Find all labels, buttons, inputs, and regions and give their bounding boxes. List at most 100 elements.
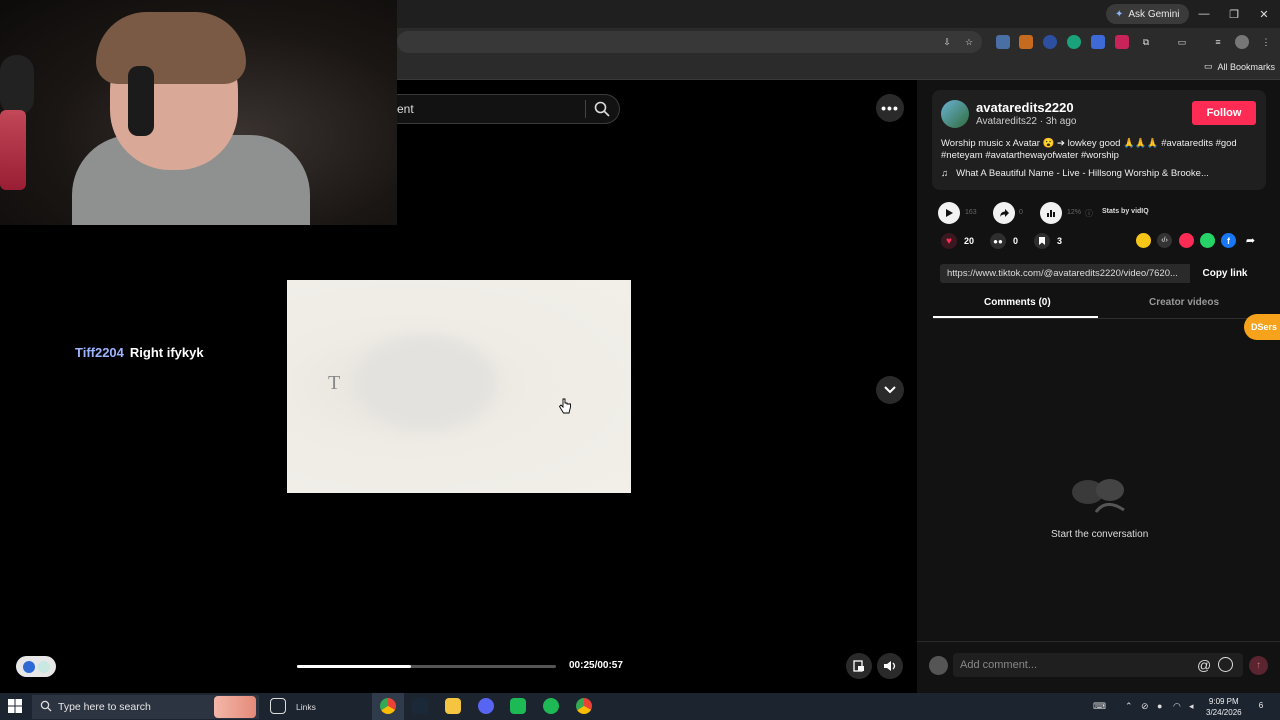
follow-button[interactable]: Follow <box>1192 101 1256 125</box>
address-bar[interactable] <box>397 31 982 53</box>
extension-icon[interactable] <box>1091 35 1105 49</box>
tab-comments[interactable]: Comments (0) <box>984 297 1051 308</box>
chevron-down-icon <box>884 386 896 394</box>
file-explorer-icon[interactable] <box>445 698 461 714</box>
spotify-icon[interactable] <box>543 698 559 714</box>
music-link[interactable]: ♫ What A Beautiful Name - Live - Hillson… <box>941 168 1209 179</box>
friends-share-icon[interactable] <box>1136 233 1151 248</box>
minimize-icon[interactable]: — <box>1194 5 1214 23</box>
close-icon[interactable]: ✕ <box>1254 5 1274 23</box>
taskbar-clock[interactable]: 9:09 PM 3/24/2026 <box>1206 696 1242 718</box>
restore-icon[interactable]: ❐ <box>1224 5 1244 23</box>
windows-start-icon[interactable] <box>8 699 22 713</box>
links-toolbar[interactable]: Links <box>296 702 316 712</box>
like-button[interactable]: ♥ <box>941 233 957 249</box>
send-button[interactable]: ↑ <box>1249 656 1268 675</box>
bookmark-star-icon[interactable]: ☆ <box>962 35 976 49</box>
folder-icon: ▭ <box>1204 61 1213 71</box>
ask-gemini-label: Ask Gemini <box>1128 8 1180 20</box>
comment-button[interactable]: ●● <box>990 233 1006 249</box>
pip-icon <box>853 660 864 672</box>
install-icon[interactable]: ⇩ <box>940 35 954 49</box>
stats-by-label: Stats by vidIQ <box>1102 208 1149 215</box>
empty-comments-icon <box>1072 479 1125 513</box>
extension-icon[interactable] <box>1115 35 1129 49</box>
menu-icon[interactable]: ⋮ <box>1259 35 1273 49</box>
play-stat-button[interactable] <box>938 202 960 224</box>
progress-fill <box>297 665 411 668</box>
tab-creator-videos[interactable]: Creator videos <box>1149 297 1219 308</box>
mic-icon[interactable]: ● <box>1157 701 1162 711</box>
chat-username: Tiff2204 <box>75 345 124 360</box>
whatsapp-icon[interactable] <box>1200 233 1215 248</box>
chevron-up-icon[interactable]: ⌃ <box>1125 701 1133 712</box>
time-display: 00:25/00:57 <box>569 660 623 671</box>
streamer-hair <box>96 12 246 84</box>
extension-icon[interactable] <box>996 35 1010 49</box>
share-stat-button[interactable] <box>993 202 1015 224</box>
arrow-up-icon: ↑ <box>1256 660 1261 671</box>
embed-icon[interactable]: ‹/› <box>1157 233 1172 248</box>
share-count: 0 <box>1019 209 1023 216</box>
more-options-button[interactable]: ••• <box>876 94 904 122</box>
save-count: 3 <box>1057 236 1063 246</box>
extension-icon[interactable] <box>1043 35 1057 49</box>
split-view-icon[interactable]: ▭ <box>1175 35 1189 49</box>
puzzle-icon[interactable]: ⧉ <box>1139 35 1153 49</box>
profile-avatar[interactable] <box>1235 35 1249 49</box>
speaker-icon[interactable]: ◂ <box>1189 701 1194 712</box>
engagement-rate: 12% <box>1067 209 1082 216</box>
play-count: 163 <box>965 209 977 216</box>
volume-button[interactable] <box>877 653 903 679</box>
author-subtitle: Avataredits22 · 3h ago <box>976 116 1077 127</box>
search-divider <box>585 100 586 118</box>
save-button[interactable] <box>1034 233 1050 249</box>
overlay-widget[interactable] <box>16 656 56 677</box>
search-icon[interactable] <box>593 100 611 118</box>
discord-icon[interactable] <box>478 698 494 714</box>
comment-bar-divider <box>917 641 1280 642</box>
copy-link-button[interactable]: Copy link <box>1192 264 1258 283</box>
extension-icon[interactable] <box>1067 35 1081 49</box>
keyboard-icon[interactable]: ⌨ <box>1093 701 1106 712</box>
post-link-field[interactable]: https://www.tiktok.com/@avataredits2220/… <box>940 264 1190 283</box>
dsers-widget[interactable]: DSers <box>1244 314 1280 340</box>
comment-count: 0 <box>1013 236 1019 246</box>
active-tab-indicator <box>933 316 1098 318</box>
microphone-light <box>0 110 26 190</box>
steam-icon[interactable] <box>412 698 428 714</box>
next-video-button[interactable] <box>876 376 904 404</box>
mention-icon[interactable]: @ <box>1197 657 1211 673</box>
media-icon[interactable]: ≡ <box>1211 35 1225 49</box>
clock-date: 3/24/2026 <box>1206 708 1242 717</box>
widget-icon <box>22 660 35 673</box>
more-share-icon[interactable]: ➦ <box>1243 233 1258 248</box>
empty-state-text: Start the conversation <box>1051 529 1149 540</box>
emoji-icon[interactable] <box>1218 657 1233 672</box>
repost-icon[interactable] <box>1179 233 1194 248</box>
task-view-icon[interactable] <box>270 698 286 714</box>
pip-button[interactable] <box>846 653 872 679</box>
ask-gemini-button[interactable]: ✦ Ask Gemini <box>1106 4 1189 24</box>
author-name[interactable]: avataredits2220 <box>976 100 1074 115</box>
app-icon[interactable] <box>510 698 526 714</box>
stats-button[interactable] <box>1040 202 1062 224</box>
volume-icon <box>884 661 896 671</box>
network-icon[interactable]: ⊘ <box>1141 701 1149 712</box>
tab-divider <box>933 318 1266 319</box>
all-bookmarks-label: All Bookmarks <box>1217 61 1276 72</box>
all-bookmarks[interactable]: ▭ All Bookmarks <box>1204 61 1275 72</box>
chrome-profile-icon[interactable] <box>576 698 592 714</box>
facebook-icon[interactable]: f <box>1221 233 1236 248</box>
extension-ds-icon[interactable] <box>1019 35 1033 49</box>
search-input[interactable] <box>397 94 620 124</box>
video-content <box>355 335 495 430</box>
gemini-icon: ✦ <box>1115 8 1124 20</box>
bar-chart-icon <box>1047 210 1055 217</box>
notification-icon[interactable]: 6 <box>1254 699 1268 712</box>
wifi-icon[interactable]: ◠ <box>1173 701 1181 712</box>
chrome-icon[interactable] <box>380 698 396 714</box>
author-avatar[interactable] <box>941 100 969 128</box>
search-highlight-image <box>214 696 256 718</box>
info-icon[interactable]: ⓘ <box>1085 208 1093 219</box>
